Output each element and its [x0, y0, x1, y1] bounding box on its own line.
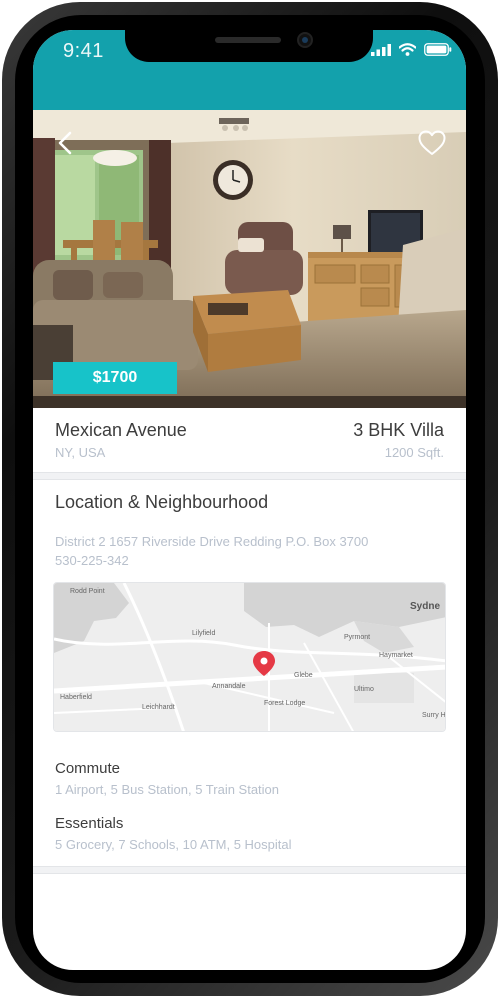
property-location: NY, USA [55, 445, 106, 460]
property-name: Mexican Avenue [55, 420, 187, 440]
section-divider-bottom [33, 866, 466, 874]
app-screen: 9:41 $1700 Mexican Avenue NY, USA 3 BHK … [33, 30, 466, 970]
status-icons [371, 43, 452, 56]
map-label-glebe: Glebe [294, 672, 313, 679]
property-size: 1200 Sqft. [384, 445, 444, 460]
back-arrow-icon[interactable] [53, 130, 79, 156]
address-phone[interactable]: 530-225-342 [55, 551, 445, 570]
status-time: 9:41 [63, 40, 104, 62]
wifi-icon [399, 43, 416, 56]
front-camera [299, 34, 311, 46]
location-section-title: Location & Neighbourhood [55, 492, 269, 512]
property-address: District 2 1657 Riverside Drive Redding … [55, 532, 445, 570]
property-photo: $1700 [33, 110, 466, 408]
speaker [215, 37, 281, 43]
property-summary: Mexican Avenue NY, USA 3 BHK Villa 1200 … [33, 408, 466, 472]
map-label-lilyfield: Lilyfield [192, 630, 215, 637]
signal-icon [371, 43, 391, 56]
map-label-ultimo: Ultimo [354, 686, 374, 693]
address-line: District 2 1657 Riverside Drive Redding … [55, 534, 369, 549]
essentials-value: 5 Grocery, 7 Schools, 10 ATM, 5 Hospital [55, 837, 292, 852]
map-label-haberfield: Haberfield [60, 694, 92, 701]
map-label-annandale: Annandale [212, 683, 246, 690]
property-type: 3 BHK Villa [353, 420, 444, 440]
map-label-pyrmont: Pyrmont [344, 634, 370, 641]
map-label-surry-hills: Surry H [422, 712, 446, 719]
essentials-label: Essentials [55, 815, 124, 832]
commute-value: 1 Airport, 5 Bus Station, 5 Train Statio… [55, 782, 280, 797]
section-divider [33, 472, 466, 480]
heart-icon[interactable] [418, 130, 446, 156]
map-canvas: Rodd Point Lilyfield Sydne Pyrmont Hayma… [54, 583, 446, 731]
map-label-sydney: Sydne [410, 601, 440, 612]
neighbourhood-map[interactable]: Rodd Point Lilyfield Sydne Pyrmont Hayma… [53, 582, 446, 732]
price-badge: $1700 [53, 362, 177, 394]
commute-label: Commute [55, 760, 121, 777]
status-bar: 9:41 [33, 30, 466, 110]
map-label-haymarket: Haymarket [379, 652, 413, 659]
map-label-leichhardt: Leichhardt [142, 704, 175, 711]
map-label-forest-lodge: Forest Lodge [264, 700, 305, 707]
notch [125, 30, 373, 62]
battery-icon [424, 43, 452, 56]
map-label-rodd-point: Rodd Point [70, 588, 105, 595]
